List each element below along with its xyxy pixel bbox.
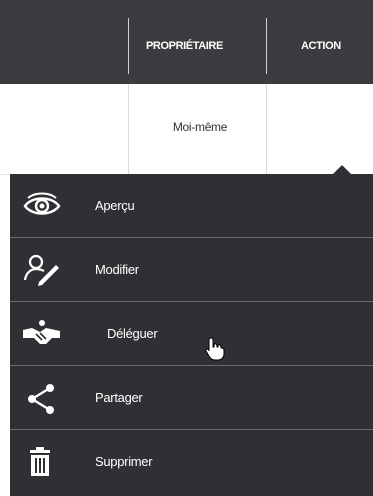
- table-row: Moi-même: [0, 84, 373, 175]
- column-header-action[interactable]: ACTION: [301, 40, 341, 52]
- action-menu: Aperçu Modifier Déléguer Partager Suppri…: [10, 165, 373, 496]
- menu-item-supprimer[interactable]: Supprimer: [10, 430, 373, 494]
- header-divider: [128, 18, 129, 74]
- menu-item-apercu[interactable]: Aperçu: [10, 174, 373, 238]
- menu-item-partager[interactable]: Partager: [10, 366, 373, 430]
- menu-item-label: Aperçu: [95, 198, 135, 213]
- menu-item-label: Partager: [95, 390, 143, 405]
- menu-item-label: Déléguer: [107, 326, 158, 341]
- menu-item-label: Supprimer: [95, 454, 153, 469]
- eye-icon: [22, 188, 62, 224]
- owner-cell: Moi-même: [172, 120, 228, 134]
- menu-item-label: Modifier: [95, 262, 139, 277]
- hand-cursor-icon: [205, 337, 227, 366]
- header-divider: [266, 18, 267, 74]
- trash-icon: [22, 444, 62, 480]
- user-edit-icon: [22, 252, 62, 288]
- handshake-icon: [22, 316, 62, 352]
- menu-item-deleguer[interactable]: Déléguer: [10, 302, 373, 366]
- cell-divider: [266, 84, 267, 174]
- cell-divider: [128, 84, 129, 174]
- menu-item-modifier[interactable]: Modifier: [10, 238, 373, 302]
- column-header-owner[interactable]: PROPRIÉTAIRE: [146, 40, 223, 52]
- share-icon: [22, 380, 62, 416]
- table-header: PROPRIÉTAIRE ACTION: [0, 0, 373, 84]
